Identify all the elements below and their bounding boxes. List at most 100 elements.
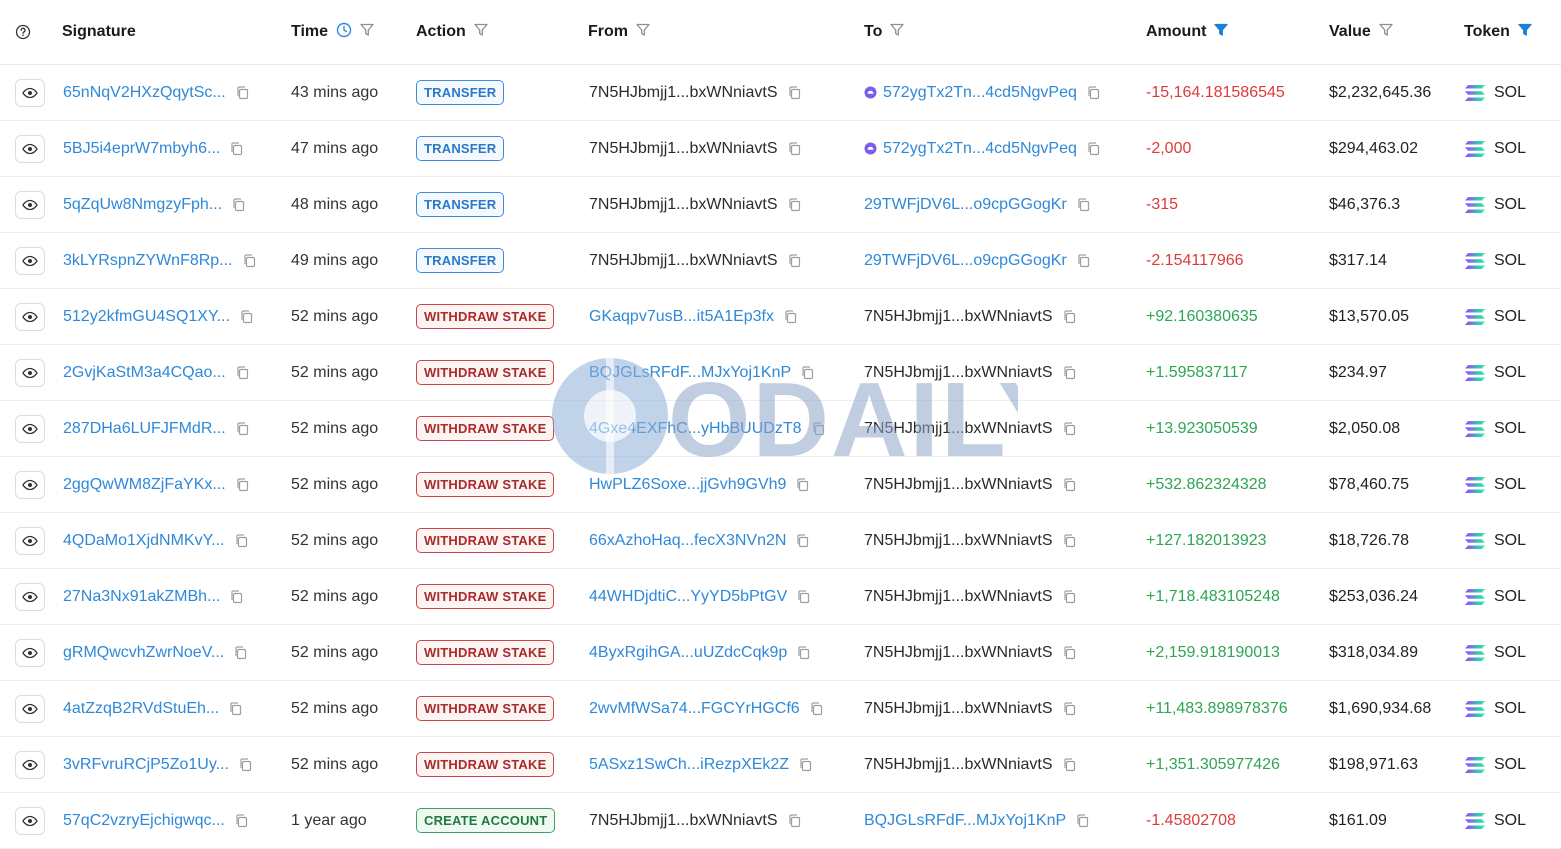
view-details-button[interactable]: [15, 750, 45, 779]
copy-icon[interactable]: [801, 365, 814, 380]
copy-icon[interactable]: [1063, 757, 1076, 772]
copy-icon[interactable]: [236, 85, 249, 100]
view-details-button[interactable]: [15, 806, 45, 835]
filter-icon[interactable]: [474, 23, 488, 42]
copy-icon[interactable]: [230, 141, 243, 156]
signature-link[interactable]: 27Na3Nx91akZMBh...: [63, 588, 220, 606]
view-details-button[interactable]: [15, 78, 45, 107]
token-symbol[interactable]: SOL: [1494, 84, 1526, 102]
filter-active-icon[interactable]: [1214, 23, 1229, 42]
to-address[interactable]: 572ygTx2Tn...4cd5NgvPeq: [883, 140, 1077, 158]
copy-icon[interactable]: [788, 253, 801, 268]
copy-icon[interactable]: [239, 757, 252, 772]
token-symbol[interactable]: SOL: [1494, 364, 1526, 382]
view-details-button[interactable]: [15, 358, 45, 387]
copy-icon[interactable]: [797, 589, 810, 604]
signature-link[interactable]: 512y2kfmGU4SQ1XY...: [63, 308, 230, 326]
copy-icon[interactable]: [812, 421, 825, 436]
copy-icon[interactable]: [240, 309, 253, 324]
copy-icon[interactable]: [236, 477, 249, 492]
view-details-button[interactable]: [15, 246, 45, 275]
signature-link[interactable]: gRMQwcvhZwrNoeV...: [63, 644, 224, 662]
signature-link[interactable]: 3vRFvruRCjP5Zo1Uy...: [63, 756, 229, 774]
view-details-button[interactable]: [15, 190, 45, 219]
view-details-button[interactable]: [15, 134, 45, 163]
filter-icon[interactable]: [890, 23, 905, 42]
copy-icon[interactable]: [232, 197, 245, 212]
to-address[interactable]: BQJGLsRFdF...MJxYoj1KnP: [864, 812, 1066, 830]
copy-icon[interactable]: [234, 645, 247, 660]
filter-active-icon[interactable]: [1518, 23, 1532, 42]
copy-icon[interactable]: [229, 701, 242, 716]
copy-icon[interactable]: [1076, 813, 1089, 828]
token-symbol[interactable]: SOL: [1494, 588, 1526, 606]
copy-icon[interactable]: [799, 757, 812, 772]
token-symbol[interactable]: SOL: [1494, 196, 1526, 214]
token-symbol[interactable]: SOL: [1494, 308, 1526, 326]
copy-icon[interactable]: [797, 645, 810, 660]
signature-link[interactable]: 65nNqV2HXzQqytSc...: [63, 84, 226, 102]
view-details-button[interactable]: [15, 414, 45, 443]
copy-icon[interactable]: [1063, 309, 1076, 324]
copy-icon[interactable]: [236, 421, 249, 436]
filter-icon[interactable]: [360, 23, 374, 42]
signature-link[interactable]: 3kLYRspnZYWnF8Rp...: [63, 252, 233, 270]
from-address[interactable]: BQJGLsRFdF...MJxYoj1KnP: [589, 364, 791, 382]
copy-icon[interactable]: [1077, 197, 1090, 212]
from-address[interactable]: 66xAzhoHaq...fecX3NVn2N: [589, 532, 786, 550]
view-details-button[interactable]: [15, 470, 45, 499]
copy-icon[interactable]: [1087, 85, 1100, 100]
copy-icon[interactable]: [788, 813, 801, 828]
filter-icon[interactable]: [1379, 23, 1393, 42]
clock-icon[interactable]: [336, 22, 352, 43]
copy-icon[interactable]: [1063, 365, 1076, 380]
view-details-button[interactable]: [15, 694, 45, 723]
signature-link[interactable]: 4atZzqB2RVdStuEh...: [63, 700, 219, 718]
signature-link[interactable]: 57qC2vzryEjchigwqc...: [63, 812, 225, 830]
token-symbol[interactable]: SOL: [1494, 476, 1526, 494]
from-address[interactable]: 44WHDjdtiC...YyYD5bPtGV: [589, 588, 787, 606]
to-address[interactable]: 29TWFjDV6L...o9cpGGogKr: [864, 252, 1067, 270]
to-address[interactable]: 29TWFjDV6L...o9cpGGogKr: [864, 196, 1067, 214]
from-address[interactable]: 2wvMfWSa74...FGCYrHGCf6: [589, 700, 800, 718]
copy-icon[interactable]: [1077, 253, 1090, 268]
to-address[interactable]: 572ygTx2Tn...4cd5NgvPeq: [883, 84, 1077, 102]
from-address[interactable]: 4Gxe4EXFhC...yHbBUUDzT8: [589, 420, 802, 438]
from-address[interactable]: HwPLZ6Soxe...jjGvh9GVh9: [589, 476, 786, 494]
help-icon[interactable]: [15, 0, 31, 64]
copy-icon[interactable]: [796, 533, 809, 548]
token-symbol[interactable]: SOL: [1494, 644, 1526, 662]
copy-icon[interactable]: [788, 85, 801, 100]
copy-icon[interactable]: [1063, 589, 1076, 604]
copy-icon[interactable]: [1063, 533, 1076, 548]
copy-icon[interactable]: [796, 477, 809, 492]
signature-link[interactable]: 2ggQwWM8ZjFaYKx...: [63, 476, 226, 494]
copy-icon[interactable]: [230, 589, 243, 604]
copy-icon[interactable]: [784, 309, 797, 324]
token-symbol[interactable]: SOL: [1494, 700, 1526, 718]
copy-icon[interactable]: [235, 533, 248, 548]
copy-icon[interactable]: [788, 197, 801, 212]
copy-icon[interactable]: [1087, 141, 1100, 156]
token-symbol[interactable]: SOL: [1494, 420, 1526, 438]
token-symbol[interactable]: SOL: [1494, 252, 1526, 270]
token-symbol[interactable]: SOL: [1494, 756, 1526, 774]
token-symbol[interactable]: SOL: [1494, 532, 1526, 550]
token-symbol[interactable]: SOL: [1494, 812, 1526, 830]
copy-icon[interactable]: [236, 365, 249, 380]
token-symbol[interactable]: SOL: [1494, 140, 1526, 158]
view-details-button[interactable]: [15, 302, 45, 331]
copy-icon[interactable]: [1063, 421, 1076, 436]
copy-icon[interactable]: [788, 141, 801, 156]
view-details-button[interactable]: [15, 582, 45, 611]
signature-link[interactable]: 2GvjKaStM3a4CQao...: [63, 364, 226, 382]
filter-icon[interactable]: [636, 23, 650, 42]
signature-link[interactable]: 4QDaMo1XjdNMKvY...: [63, 532, 225, 550]
copy-icon[interactable]: [243, 253, 256, 268]
signature-link[interactable]: 5BJ5i4eprW7mbyh6...: [63, 140, 220, 158]
copy-icon[interactable]: [1063, 477, 1076, 492]
from-address[interactable]: 4ByxRgihGA...uUZdcCqk9p: [589, 644, 787, 662]
signature-link[interactable]: 5qZqUw8NmgzyFph...: [63, 196, 222, 214]
from-address[interactable]: GKaqpv7usB...it5A1Ep3fx: [589, 308, 774, 326]
copy-icon[interactable]: [235, 813, 248, 828]
